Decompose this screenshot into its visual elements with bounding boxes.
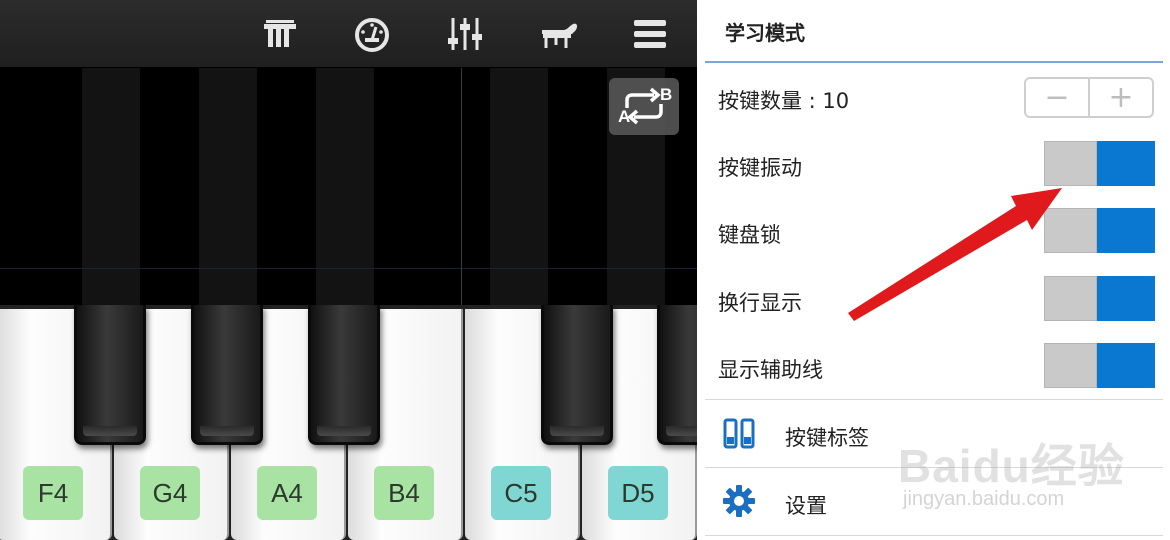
piano-app: A B F4 G4 A4 B4 C5 D5 <box>0 0 697 540</box>
guide-lines-label: 显示辅助线 <box>718 358 823 382</box>
mixer-icon[interactable] <box>443 12 487 56</box>
ab-b-letter: B <box>660 85 672 104</box>
key-labels-label: 按键标签 <box>785 426 869 450</box>
wrap-display-label: 换行显示 <box>718 291 802 315</box>
title-divider <box>705 61 1163 63</box>
keyboard-lock-label: 键盘锁 <box>718 223 781 247</box>
piano-keyboard: F4 G4 A4 B4 C5 D5 <box>0 305 697 540</box>
keyboard-lock-toggle[interactable] <box>1044 208 1155 253</box>
key-vibration-label: 按键振动 <box>718 156 802 180</box>
ab-loop-icon: A B <box>618 85 672 126</box>
settings-label: 设置 <box>785 494 827 518</box>
menu-divider <box>705 535 1163 536</box>
note-label-g4: G4 <box>140 466 200 520</box>
toggle-on-half <box>1097 208 1155 253</box>
music-score-icon[interactable] <box>258 12 302 56</box>
roll-lane <box>82 68 140 305</box>
note-label-c5: C5 <box>491 466 551 520</box>
black-key-d-sharp5[interactable] <box>657 305 697 445</box>
key-count-stepper: − + <box>1024 77 1154 118</box>
note-roll: A B <box>0 68 697 305</box>
wrap-display-toggle[interactable] <box>1044 276 1155 321</box>
toggle-on-half <box>1097 343 1155 388</box>
toggle-on-half <box>1097 141 1155 186</box>
roll-lane <box>316 68 374 305</box>
key-vibration-toggle[interactable] <box>1044 141 1155 186</box>
note-label-d5: D5 <box>608 466 668 520</box>
key-labels-icon <box>723 418 755 449</box>
black-key-f-sharp4[interactable] <box>74 305 146 445</box>
watermark-url: jingyan.baidu.com <box>903 488 1065 510</box>
note-label-b4: B4 <box>374 466 434 520</box>
toggle-off-half <box>1044 343 1097 388</box>
note-label-f4: F4 <box>23 466 83 520</box>
grand-piano-icon[interactable] <box>537 12 581 56</box>
guide-lines-toggle[interactable] <box>1044 343 1155 388</box>
toggle-off-half <box>1044 208 1097 253</box>
octave-divider <box>461 68 462 305</box>
ab-loop-button[interactable]: A B <box>609 78 679 135</box>
toggle-on-half <box>1097 276 1155 321</box>
ab-a-letter: A <box>618 107 630 126</box>
gear-icon <box>723 485 755 517</box>
note-label-a4: A4 <box>257 466 317 520</box>
roll-lane <box>199 68 257 305</box>
guide-line <box>0 268 697 269</box>
key-count-label: 按键数量 : 10 <box>718 89 850 113</box>
increase-button[interactable]: + <box>1090 79 1152 116</box>
black-key-g-sharp4[interactable] <box>191 305 263 445</box>
panel-title: 学习模式 <box>725 21 805 45</box>
metronome-icon[interactable] <box>350 12 394 56</box>
menu-icon[interactable] <box>628 12 672 56</box>
top-toolbar <box>0 0 697 68</box>
black-key-a-sharp4[interactable] <box>308 305 380 445</box>
roll-lane <box>490 68 548 305</box>
watermark-logo: Baidu经验 <box>898 440 1125 492</box>
toggle-off-half <box>1044 141 1097 186</box>
decrease-button[interactable]: − <box>1026 79 1088 116</box>
black-key-c-sharp5[interactable] <box>541 305 613 445</box>
toggle-off-half <box>1044 276 1097 321</box>
